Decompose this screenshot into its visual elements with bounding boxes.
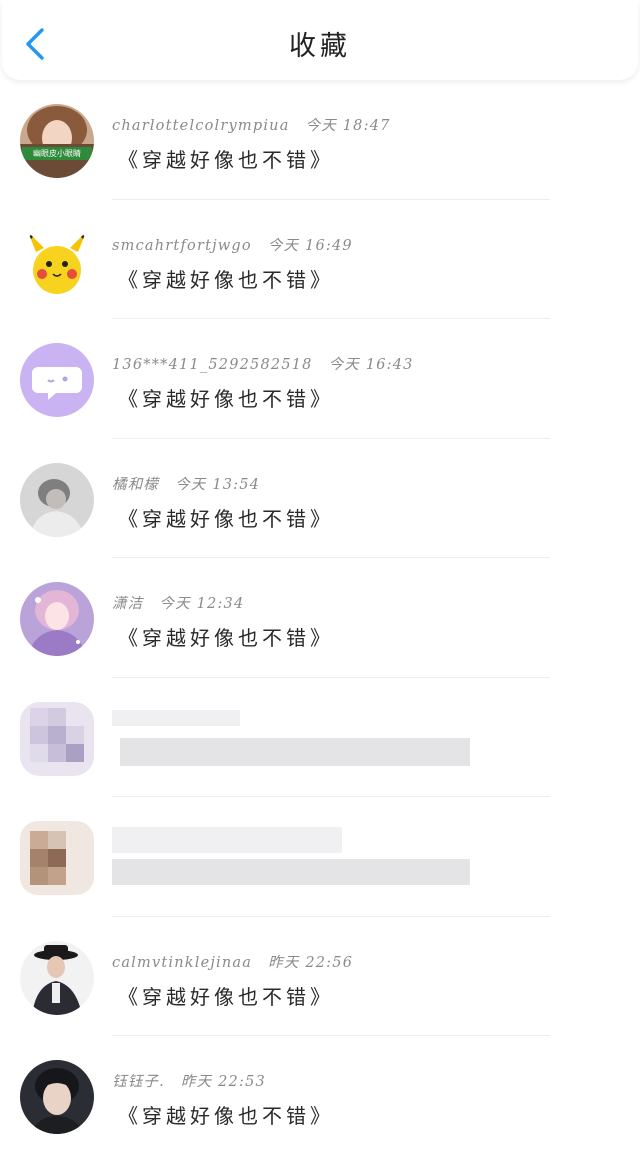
blurred-content xyxy=(112,859,470,885)
avatar[interactable] xyxy=(20,223,94,298)
list-item[interactable] xyxy=(0,678,640,798)
item-title[interactable]: 《穿越好像也不错》 xyxy=(118,981,334,1010)
avatar[interactable] xyxy=(20,940,94,1015)
item-title[interactable]: 《穿越好像也不错》 xyxy=(118,622,334,651)
timestamp: 今天 16:43 xyxy=(328,357,414,373)
username[interactable]: calmvtinklejinaa xyxy=(112,955,252,971)
avatar[interactable] xyxy=(20,701,94,776)
timestamp: 今天 13:54 xyxy=(175,476,261,493)
avatar[interactable]: 幽眼皮小眼睛 xyxy=(20,104,94,178)
item-title[interactable]: 《穿越好像也不错》 xyxy=(118,144,334,173)
blurred-meta xyxy=(112,827,342,853)
avatar[interactable] xyxy=(20,1060,94,1134)
avatar[interactable] xyxy=(20,821,94,895)
username[interactable]: 橘和檬 xyxy=(112,477,159,493)
page-title: 收藏 xyxy=(289,31,351,62)
timestamp: 昨天 22:56 xyxy=(268,954,354,971)
username[interactable]: 潇洁 xyxy=(112,596,143,612)
item-meta: smcahrtfortjwgo 今天 16:49 xyxy=(112,234,353,255)
avatar[interactable] xyxy=(20,462,94,537)
blurred-meta xyxy=(112,709,240,726)
timestamp: 今天 18:47 xyxy=(305,118,391,134)
username[interactable]: charlottelcolrympiua xyxy=(112,118,290,134)
item-meta: 钰钰子. 昨天 22:53 xyxy=(112,1070,266,1091)
item-title[interactable]: 《穿越好像也不错》 xyxy=(118,383,334,412)
timestamp: 今天 16:49 xyxy=(267,237,353,254)
list-item[interactable]: 潇洁 今天 12:34 《穿越好像也不错》 xyxy=(0,558,640,678)
app-header: 收藏 xyxy=(2,0,638,80)
list-item[interactable] xyxy=(0,797,640,917)
item-meta: calmvtinklejinaa 昨天 22:56 xyxy=(112,951,353,972)
item-title[interactable]: 《穿越好像也不错》 xyxy=(118,264,334,293)
avatar[interactable] xyxy=(20,343,94,417)
list-item[interactable]: 136***411_5292582518 今天 16:43 《穿越好像也不错》 xyxy=(0,319,640,439)
list-item[interactable]: 钰钰子. 昨天 22:53 《穿越好像也不错》 xyxy=(0,1036,640,1156)
item-meta: 136***411_5292582518 今天 16:43 xyxy=(112,353,414,374)
item-meta: charlottelcolrympiua 今天 18:47 xyxy=(112,114,391,135)
item-title[interactable]: 《穿越好像也不错》 xyxy=(118,1100,334,1129)
blurred-content xyxy=(120,737,470,766)
item-meta: 潇洁 今天 12:34 xyxy=(112,592,244,613)
avatar-badge-text: 幽眼皮小眼睛 xyxy=(33,149,81,158)
favorites-list: 幽眼皮小眼睛 charlottelcolrympiua 今天 18:47 《穿越好… xyxy=(0,80,640,1156)
list-item[interactable]: smcahrtfortjwgo 今天 16:49 《穿越好像也不错》 xyxy=(0,200,640,320)
item-meta: 橘和檬 今天 13:54 xyxy=(112,473,260,494)
list-item[interactable]: 幽眼皮小眼睛 charlottelcolrympiua 今天 18:47 《穿越好… xyxy=(0,80,640,200)
item-title[interactable]: 《穿越好像也不错》 xyxy=(118,503,334,532)
timestamp: 昨天 22:53 xyxy=(180,1074,266,1090)
list-item[interactable]: 橘和檬 今天 13:54 《穿越好像也不错》 xyxy=(0,439,640,559)
username[interactable]: smcahrtfortjwgo xyxy=(112,238,252,254)
username[interactable]: 136***411_5292582518 xyxy=(112,357,313,373)
username[interactable]: 钰钰子. xyxy=(112,1074,165,1090)
avatar[interactable] xyxy=(20,582,94,656)
list-item[interactable]: calmvtinklejinaa 昨天 22:56 《穿越好像也不错》 xyxy=(0,917,640,1037)
timestamp: 今天 12:34 xyxy=(159,596,245,612)
